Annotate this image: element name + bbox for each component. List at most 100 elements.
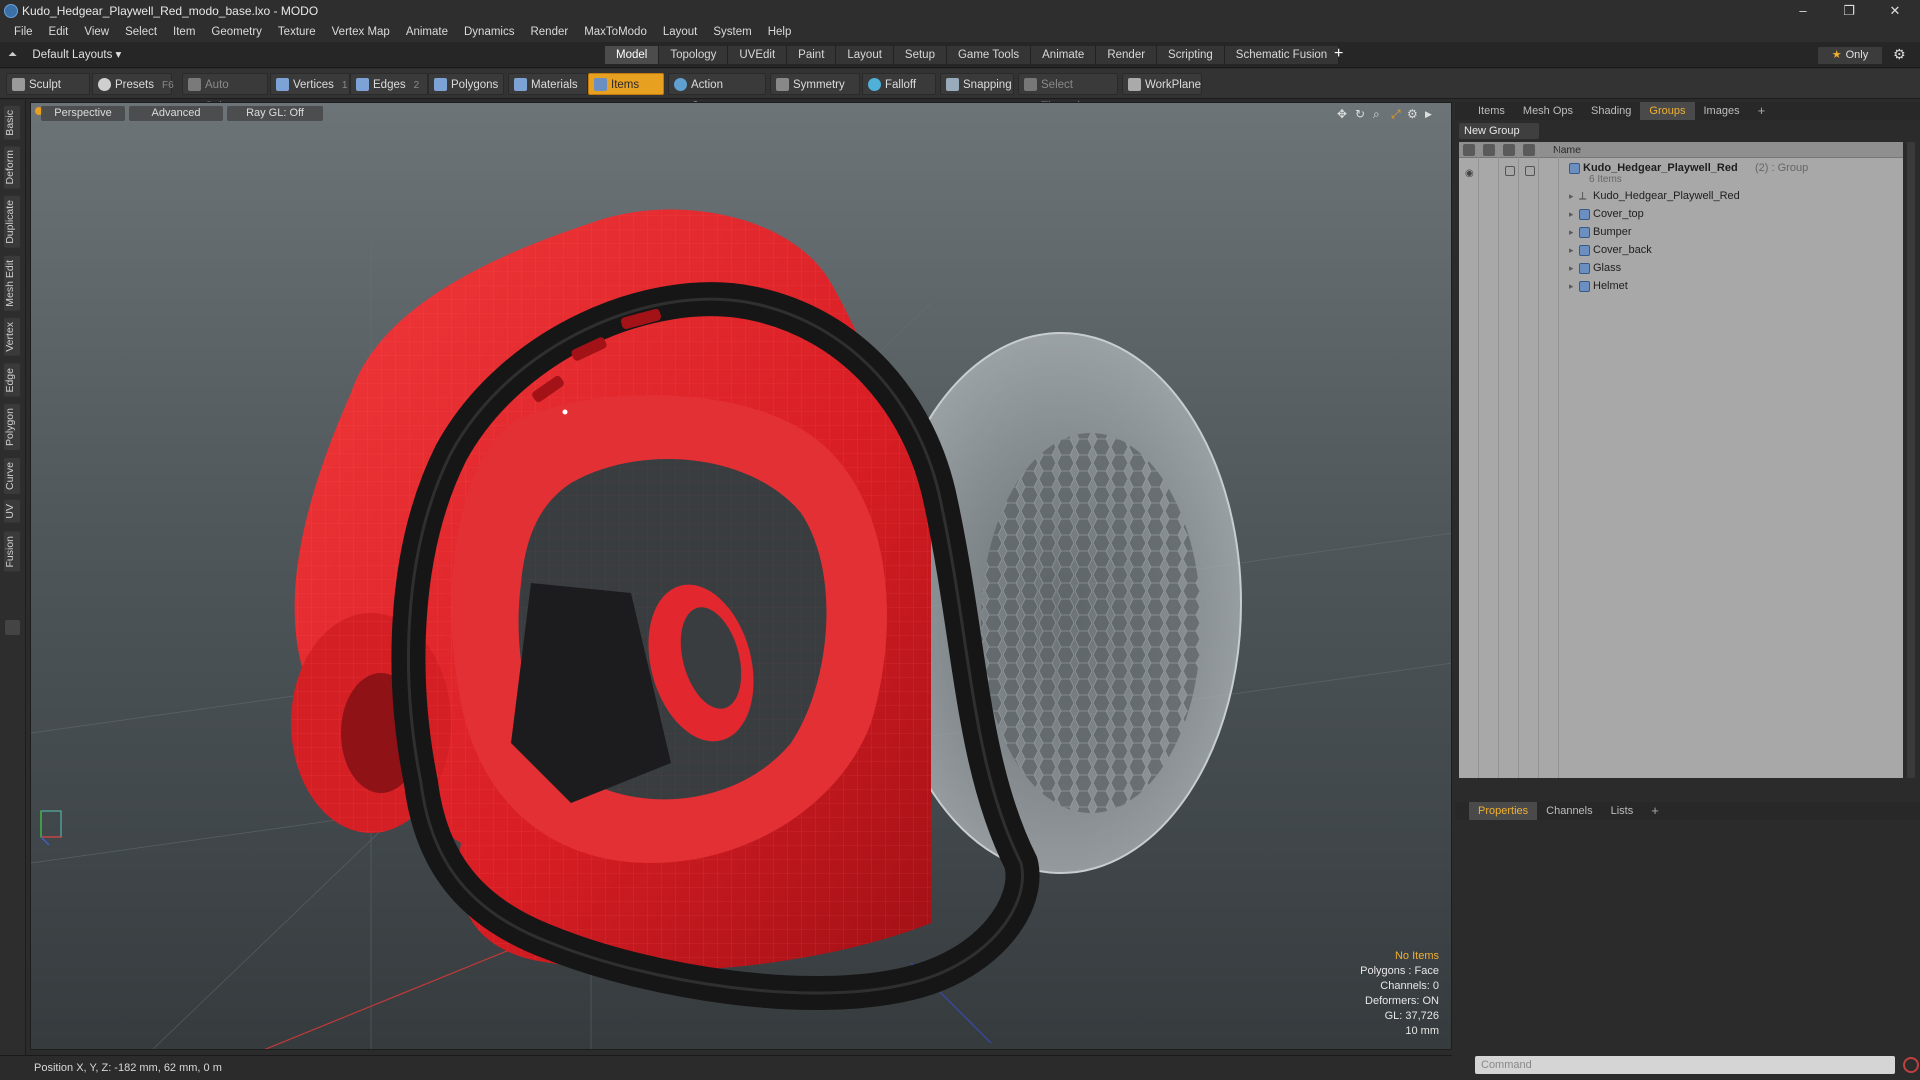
select-through-button[interactable]: Select Through — [1018, 73, 1118, 113]
menu-animate[interactable]: Animate — [398, 22, 456, 42]
group-row[interactable]: ◉ Kudo_Hedgear_Playwell_Red (2) : Group … — [1459, 160, 1903, 186]
list-item[interactable]: ▸ Helmet — [1459, 278, 1903, 296]
zoom-view-icon[interactable]: ⌕ — [1373, 107, 1380, 122]
fit-view-icon[interactable]: ⤢ — [1391, 107, 1401, 122]
menu-select[interactable]: Select — [117, 22, 165, 42]
menu-edit[interactable]: Edit — [41, 22, 77, 42]
tab-lists[interactable]: Lists — [1602, 802, 1643, 820]
menu-dynamics[interactable]: Dynamics — [456, 22, 522, 42]
auto-select-button[interactable]: Auto Select — [182, 73, 268, 113]
expand-icon[interactable]: ▸ — [1569, 281, 1574, 292]
list-item[interactable]: ▸ Cover_back — [1459, 242, 1903, 260]
shading-mode-button[interactable]: Advanced — [129, 106, 223, 121]
tab-render[interactable]: Render — [1096, 46, 1158, 64]
list-item[interactable]: ▸ Bumper — [1459, 224, 1903, 242]
tab-animate[interactable]: Animate — [1031, 46, 1097, 64]
only-toggle[interactable]: ★ Only — [1818, 47, 1882, 64]
viewport-settings-icon[interactable]: ⚙ — [1407, 107, 1418, 121]
snapping-button[interactable]: Snapping — [940, 73, 1014, 95]
viewport-expand-icon[interactable]: ▶ — [1425, 109, 1432, 120]
edges-button[interactable]: Edges 2 — [350, 73, 428, 95]
tab-layout[interactable]: Layout — [836, 46, 894, 64]
materials-button[interactable]: Materials — [508, 73, 588, 95]
3d-viewport[interactable]: Perspective Advanced Ray GL: Off ✥ ↻ ⌕ ⤢… — [30, 102, 1452, 1050]
presets-button[interactable]: Presets F6 — [92, 73, 174, 95]
tab-shading[interactable]: Shading — [1582, 102, 1640, 120]
tab-paint[interactable]: Paint — [787, 46, 837, 64]
menu-item[interactable]: Item — [165, 22, 203, 42]
menu-vertex-map[interactable]: Vertex Map — [324, 22, 398, 42]
tab-curve[interactable]: Curve — [4, 458, 20, 495]
add-layout-tab-button[interactable]: + — [1334, 45, 1343, 63]
sculpt-button[interactable]: Sculpt — [6, 73, 90, 95]
panel-toggle-button[interactable] — [5, 620, 20, 635]
minimize-button[interactable]: – — [1780, 0, 1826, 22]
view-type-button[interactable]: Perspective — [41, 106, 125, 121]
add-properties-tab-button[interactable]: + — [1642, 802, 1668, 820]
expand-icon[interactable]: ▸ — [1569, 245, 1574, 256]
menu-maxtomodo[interactable]: MaxToModo — [576, 22, 655, 42]
tab-mesh-edit[interactable]: Mesh Edit — [4, 256, 20, 311]
eye-icon[interactable]: ◉ — [1465, 168, 1474, 179]
menu-system[interactable]: System — [705, 22, 759, 42]
expand-icon[interactable]: ▸ — [1569, 227, 1574, 238]
list-item[interactable]: ▸ Glass — [1459, 260, 1903, 278]
tab-basic[interactable]: Basic — [4, 106, 20, 140]
action-center-button[interactable]: Action Center — [668, 73, 766, 113]
symmetry-button[interactable]: Symmetry — [770, 73, 860, 95]
viewport-info-overlay: No Items Polygons : Face Channels: 0 Def… — [1360, 949, 1439, 1039]
tab-mesh-ops[interactable]: Mesh Ops — [1514, 102, 1582, 120]
vertices-button[interactable]: Vertices 1 — [270, 73, 350, 95]
expand-icon[interactable]: ▸ — [1569, 263, 1574, 274]
gear-icon[interactable]: ⚙ — [1893, 46, 1906, 63]
menu-texture[interactable]: Texture — [270, 22, 324, 42]
move-view-icon[interactable]: ✥ — [1337, 107, 1347, 121]
tab-deform[interactable]: Deform — [4, 146, 20, 189]
tab-duplicate[interactable]: Duplicate — [4, 196, 20, 248]
tab-schematic-fusion[interactable]: Schematic Fusion — [1224, 46, 1340, 64]
tab-polygon[interactable]: Polygon — [4, 404, 20, 450]
maximize-button[interactable]: ❐ — [1826, 0, 1872, 22]
tab-setup[interactable]: Setup — [893, 46, 947, 64]
tab-uvedit[interactable]: UVEdit — [728, 46, 788, 64]
tab-uv[interactable]: UV — [4, 500, 20, 523]
tab-scripting[interactable]: Scripting — [1157, 46, 1225, 64]
expand-icon[interactable]: ▸ — [1569, 209, 1574, 220]
tab-properties[interactable]: Properties — [1469, 802, 1538, 820]
command-history-icon[interactable] — [1903, 1057, 1919, 1073]
select-checkbox[interactable] — [1525, 166, 1535, 176]
new-group-button[interactable]: New Group — [1459, 123, 1539, 139]
add-panel-tab-button[interactable]: + — [1749, 102, 1775, 120]
layout-selector[interactable]: ⏶ Default Layouts ▾ — [8, 47, 121, 62]
tab-channels[interactable]: Channels — [1537, 802, 1601, 820]
rotate-view-icon[interactable]: ↻ — [1355, 107, 1365, 121]
tab-images[interactable]: Images — [1695, 102, 1749, 120]
tab-game-tools[interactable]: Game Tools — [946, 46, 1032, 64]
menu-help[interactable]: Help — [760, 22, 800, 42]
menu-view[interactable]: View — [76, 22, 117, 42]
menu-geometry[interactable]: Geometry — [203, 22, 270, 42]
expand-icon[interactable]: ▸ — [1569, 191, 1574, 202]
workplane-button[interactable]: WorkPlane — [1122, 73, 1202, 95]
tab-topology[interactable]: Topology — [659, 46, 729, 64]
close-button[interactable]: ✕ — [1872, 0, 1918, 22]
menu-file[interactable]: File — [6, 22, 41, 42]
falloff-button[interactable]: Falloff — [862, 73, 936, 95]
items-button[interactable]: Items — [588, 73, 664, 95]
groups-scrollbar[interactable] — [1907, 142, 1915, 778]
tab-groups[interactable]: Groups — [1640, 102, 1695, 120]
list-item[interactable]: ▸ ⟂ Kudo_Hedgear_Playwell_Red — [1459, 188, 1903, 206]
raygl-button[interactable]: Ray GL: Off — [227, 106, 323, 121]
tab-items[interactable]: Items — [1469, 102, 1514, 120]
list-item[interactable]: ▸ Cover_top — [1459, 206, 1903, 224]
tab-fusion[interactable]: Fusion — [4, 532, 20, 572]
workplane-label: WorkPlane — [1145, 79, 1202, 91]
tab-vertex[interactable]: Vertex — [4, 318, 20, 356]
tab-edge[interactable]: Edge — [4, 364, 20, 397]
menu-layout[interactable]: Layout — [655, 22, 706, 42]
menu-render[interactable]: Render — [522, 22, 576, 42]
polygons-button[interactable]: Polygons — [428, 73, 504, 95]
command-input[interactable]: Command — [1475, 1056, 1895, 1074]
lock-checkbox[interactable] — [1505, 166, 1515, 176]
tab-model[interactable]: Model — [605, 46, 660, 64]
